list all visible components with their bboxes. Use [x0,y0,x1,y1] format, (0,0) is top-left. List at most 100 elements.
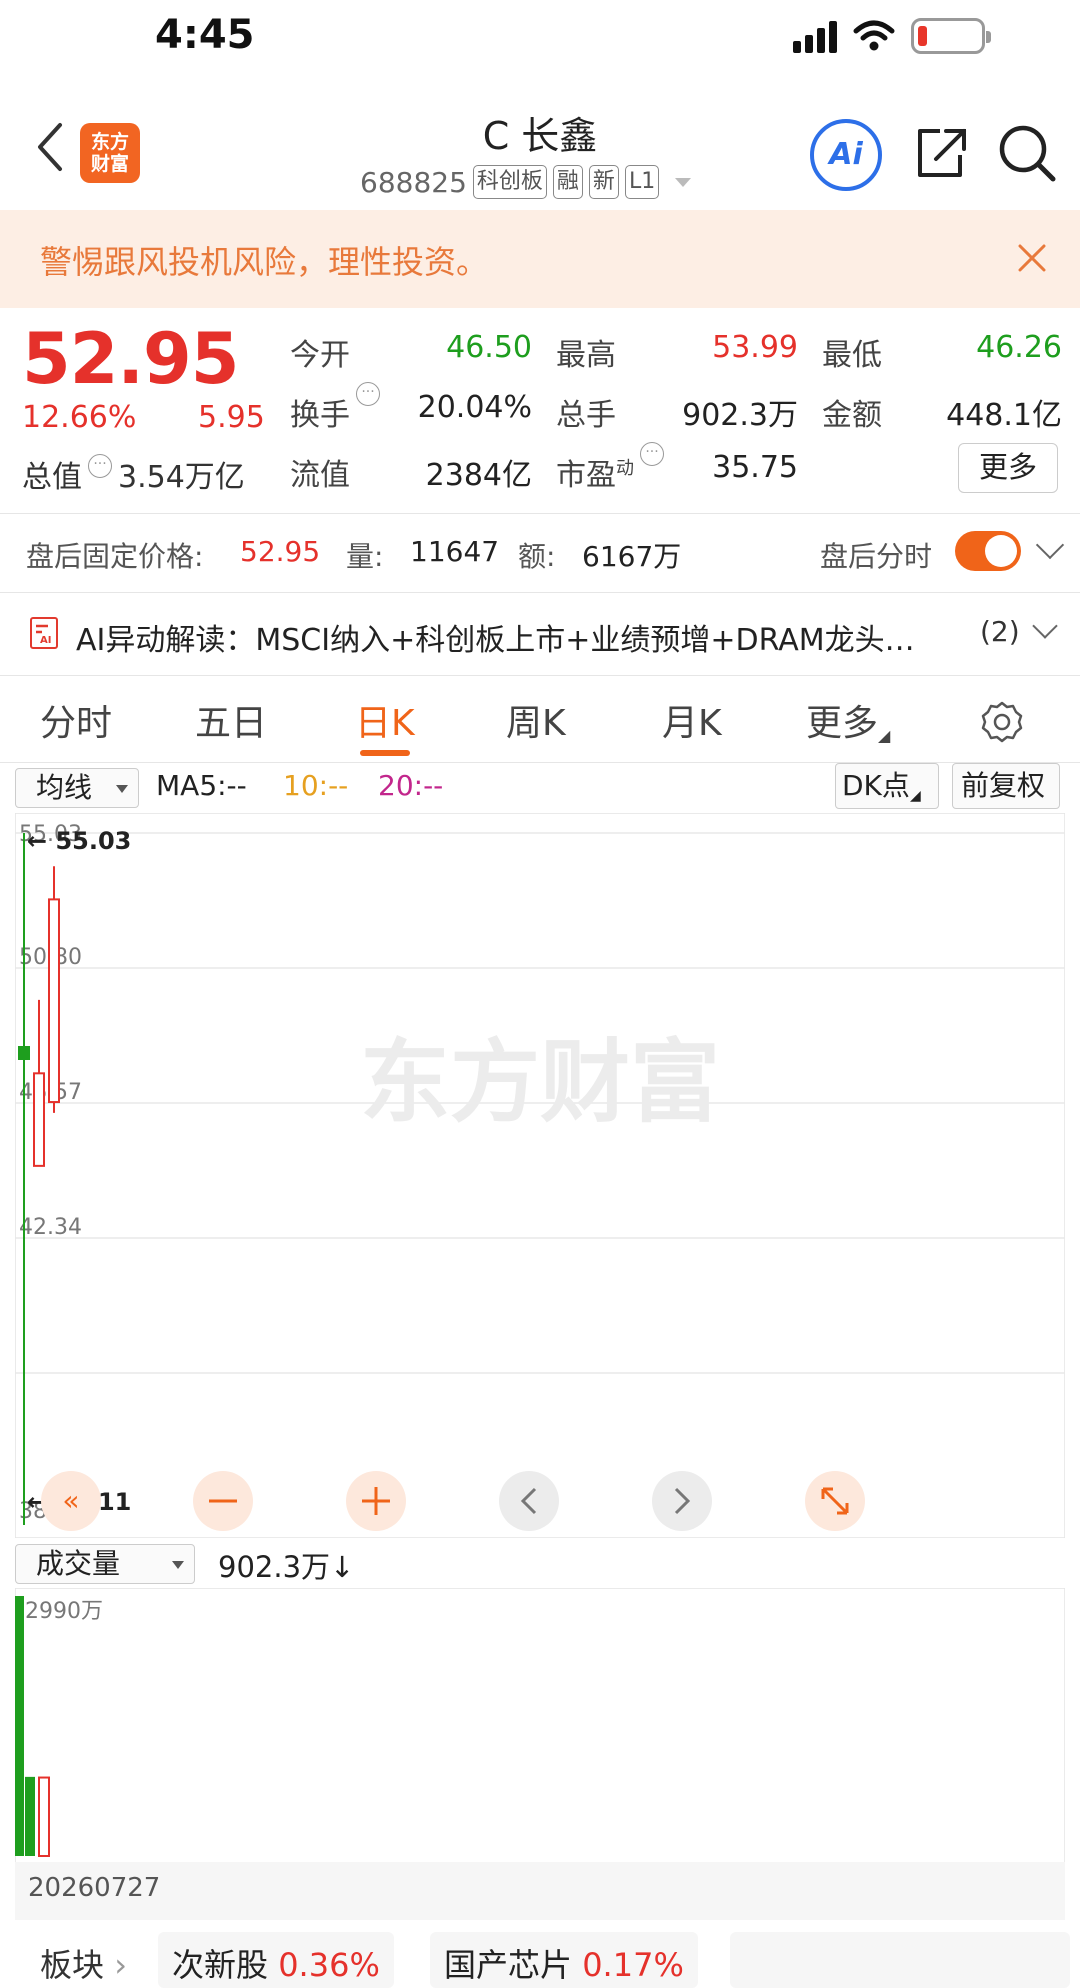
chart-period-tabs: 分时 五日 日K 周K 月K 更多◢ [0,680,1080,762]
volume-bar [25,1776,35,1856]
scroll-left-button[interactable] [499,1471,559,1531]
corner-triangle-icon: ◢ [909,788,921,804]
chevron-down-icon [172,1561,184,1569]
chevron-down-icon[interactable] [1032,613,1058,639]
candle-body [48,898,60,1104]
stock-header: 东方 财富 C 长鑫 688825 科创板 融 新 L1 Ai [0,95,1080,210]
ai-analysis-row[interactable]: AI AI异动解读：MSCI纳入+科创板上市+业绩预增+DRAM龙头… (2) [0,595,1080,675]
sector-header[interactable]: 板块 › [40,1940,127,1986]
turnover-value: 20.04% [417,390,532,425]
chevron-down-icon [116,785,128,793]
divider [0,675,1080,676]
sector-name: 次新股 [172,1946,269,1984]
dk-point-button[interactable]: DK点◢ [835,763,939,809]
stock-code-row[interactable]: 688825 科创板 融 新 L1 [360,165,692,199]
share-button[interactable] [912,123,972,183]
float-value: 2384亿 [425,458,532,493]
status-bar: 4:45 [0,0,1080,80]
status-time: 4:45 [155,12,255,58]
adjust-button[interactable]: 前复权 [952,763,1060,809]
tab-weekly-k[interactable]: 周K [506,694,566,746]
after-hours-amount-label: 额: [518,540,556,573]
ai-analysis-text: AI异动解读：MSCI纳入+科创板上市+业绩预增+DRAM龙头… [76,623,915,658]
zoom-out-button[interactable] [193,1471,253,1531]
ai-assistant-button[interactable]: Ai [810,119,882,191]
amount-label: 金额 [822,398,882,433]
after-hours-volume: 11647 [410,535,500,568]
sector-chip[interactable]: 次新股 0.36% [158,1932,394,1988]
change-amount: 5.95 [198,400,265,435]
sector-chip[interactable] [730,1932,1070,1988]
amount-value: 448.1亿 [946,398,1062,433]
tab-daily-k[interactable]: 日K [355,694,415,746]
date-label: 20260727 [28,1873,161,1903]
volume-max-label: 2990万 [25,1599,103,1624]
tab-monthly-k[interactable]: 月K [662,694,722,746]
wifi-icon [853,20,895,51]
after-hours-amount: 6167万 [582,540,682,573]
after-hours-price: 52.95 [240,535,321,568]
sector-pct: 0.36% [278,1946,380,1984]
sector-name: 国产芯片 [444,1946,573,1984]
candle-body [18,1046,30,1060]
after-hours-toggle[interactable] [955,531,1021,571]
tab-intraday[interactable]: 分时 [40,694,112,746]
svg-text:AI: AI [40,635,51,646]
volume-chart[interactable]: 2990万 [15,1588,1065,1863]
gear-icon[interactable] [980,700,1024,744]
after-hours-volume-label: 量: [346,540,384,573]
zoom-in-button[interactable] [346,1471,406,1531]
total-value-label: 总值 [22,460,82,495]
y-tick-label: 42.34 [19,1215,82,1240]
volume-bar [15,1596,24,1856]
warning-text: 警惕跟风投机风险，理性投资。 [40,243,489,281]
tab-more[interactable]: 更多◢ [806,694,890,746]
info-icon[interactable]: ··· [88,454,112,478]
ai-document-icon: AI [30,617,58,649]
pe-label: 市盈动 ··· [556,442,670,494]
current-price: 52.95 [22,318,239,400]
high-label: 最高 [556,338,616,373]
tag-new: 新 [588,165,619,199]
date-axis [15,1862,1065,1920]
indicator-row: 均线 MA5:-- 10:-- 20:-- DK点◢ 前复权 [0,763,1080,813]
sector-bar: 板块 › 次新股 0.36% 国产芯片 0.17% [0,1930,1080,1988]
float-value-label: 流值 [290,458,350,493]
divider [0,592,1080,593]
close-warning-button[interactable] [1014,240,1050,276]
more-quote-button[interactable]: 更多 [958,443,1058,493]
risk-warning-banner: 警惕跟风投机风险，理性投资。 [0,210,1080,308]
collapse-button[interactable]: « [41,1471,101,1531]
tab-five-day[interactable]: 五日 [195,694,267,746]
ma-select[interactable]: 均线 [15,768,139,808]
pe-value: 35.75 [712,450,798,485]
low-label: 最低 [822,338,882,373]
scroll-right-button[interactable] [652,1471,712,1531]
status-icons [793,18,991,54]
after-hours-row: 盘后固定价格: 52.95 量: 11647 额: 6167万 盘后分时 [0,515,1080,590]
open-label: 今开 [290,338,350,373]
watermark: 东方财富 [360,1030,720,1135]
volume-bar [38,1776,50,1857]
chevron-down-icon[interactable] [1035,530,1065,560]
fullscreen-button[interactable] [805,1471,865,1531]
info-icon[interactable]: ··· [356,382,380,406]
sector-chip[interactable]: 国产芯片 0.17% [430,1932,698,1988]
tag-level1: L1 [624,165,660,199]
open-value: 46.50 [446,330,532,365]
high-value: 53.99 [712,330,798,365]
candlestick-chart[interactable]: 东方财富 55.0350.8046.5742.3438.11 ← 55.03 ←… [15,813,1065,1538]
info-icon[interactable]: ··· [640,442,664,466]
after-hours-price-label: 盘后固定价格: [26,540,204,573]
chevron-right-icon: › [104,1946,127,1984]
volume-indicator-select[interactable]: 成交量 [15,1544,195,1584]
after-hours-toggle-label: 盘后分时 [820,540,933,573]
low-value: 46.26 [976,330,1062,365]
volume-label: 总手 [556,398,616,433]
search-button[interactable] [995,121,1059,185]
total-market-value: 总值 ··· 3.54万亿 [22,452,245,496]
change-percent: 12.66% [22,400,137,435]
quote-panel: 52.95 12.66% 5.95 总值 ··· 3.54万亿 今开 46.50… [0,308,1080,513]
ai-analysis-count: (2) [980,615,1020,648]
svg-text:«: « [62,1484,79,1517]
